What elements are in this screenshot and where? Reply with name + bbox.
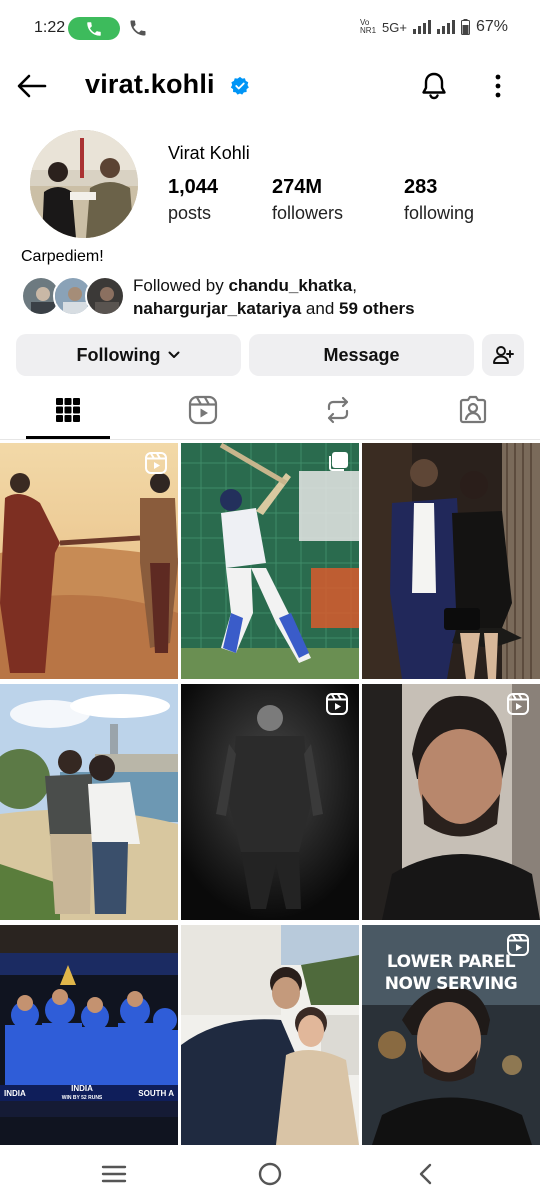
post-image	[181, 684, 359, 920]
posts-stat[interactable]: 1,044 posts	[168, 176, 218, 224]
following-button[interactable]: Following	[16, 334, 241, 376]
post-image	[0, 443, 178, 679]
message-button-label: Message	[323, 344, 400, 365]
followed-by-prefix: Followed by	[133, 276, 229, 295]
overlay-line-1: LOWER PAREL	[386, 952, 516, 972]
post-tile[interactable]: LOWER PAREL NOW SERVING	[362, 925, 540, 1145]
post-image	[362, 443, 540, 679]
chevron-down-icon	[168, 351, 180, 358]
post-image	[0, 684, 178, 920]
grid-icon	[56, 398, 80, 422]
posts-label: posts	[168, 203, 212, 223]
status-indicators: Vo NR1 5G+ 67%	[360, 18, 508, 36]
reposts-icon	[327, 396, 349, 424]
bell-icon	[422, 72, 446, 100]
tab-tagged[interactable]	[431, 382, 515, 438]
followers-label: followers	[272, 203, 344, 223]
battery-percent: 67%	[475, 18, 508, 35]
profile-avatar[interactable]	[30, 130, 138, 238]
add-user-icon	[493, 346, 514, 364]
tab-posts-grid[interactable]	[26, 382, 110, 438]
following-stat[interactable]: 283 following	[404, 176, 474, 224]
status-time: 1:22	[34, 19, 66, 36]
followers-count: 274M	[272, 176, 323, 198]
reels-icon	[188, 395, 218, 425]
mutual-others-count: 59 others	[339, 299, 415, 318]
post-tile[interactable]	[362, 443, 540, 679]
reel-badge-icon	[507, 693, 529, 715]
profile-tabs	[0, 382, 540, 440]
post-tile[interactable]	[181, 684, 359, 920]
more-options-button[interactable]	[484, 70, 512, 102]
recent-apps-button[interactable]	[94, 1158, 134, 1190]
mutual-followers-avatars[interactable]	[21, 276, 125, 316]
tab-reels[interactable]	[161, 382, 245, 438]
verified-badge-icon	[230, 76, 249, 95]
tv-result-team: INDIA	[71, 1083, 93, 1093]
profile-header: virat.kohli	[0, 58, 540, 114]
system-nav-bar	[0, 1148, 540, 1200]
home-circle-icon	[258, 1162, 282, 1186]
mutual-avatar	[85, 276, 125, 316]
notifications-button[interactable]	[416, 68, 452, 104]
network-label: 5G+	[382, 19, 407, 35]
profile-display-name: Virat Kohli	[168, 143, 250, 163]
post-overlay-text: LOWER PAREL NOW SERVING	[362, 951, 540, 995]
status-bar: 1:22 Vo NR1 5G+ 67%	[0, 0, 540, 58]
avatar-photo	[30, 130, 138, 238]
post-tile[interactable]	[0, 684, 178, 920]
volte-icon: Vo NR1	[360, 18, 377, 35]
mutual-user-2: nahargurjar_katariya	[133, 299, 302, 318]
tab-reposts[interactable]	[296, 382, 380, 438]
posts-grid: INDIA INDIA WIN BY 52 RUNS SOUTH A LOWER…	[0, 443, 540, 1145]
post-tile[interactable]	[181, 443, 359, 679]
call-icon	[130, 20, 146, 36]
suggested-users-button[interactable]	[482, 334, 524, 376]
post-image	[181, 443, 359, 679]
post-tile[interactable]	[362, 684, 540, 920]
back-nav-button[interactable]	[406, 1158, 446, 1190]
mutual-user-1: chandu_khatka	[228, 276, 353, 295]
followed-by-separator: ,	[352, 276, 357, 295]
post-tile[interactable]	[181, 925, 359, 1145]
following-count: 283	[404, 176, 438, 198]
followed-by-text[interactable]: Followed by chandu_khatka, nahargurjar_k…	[133, 274, 415, 320]
overlay-line-2: NOW SERVING	[384, 974, 518, 994]
tv-score-caption: INDIA INDIA WIN BY 52 RUNS SOUTH A	[0, 1083, 178, 1102]
posts-count: 1,044	[168, 176, 219, 198]
chevron-left-icon	[419, 1163, 432, 1185]
followers-stat[interactable]: 274M followers	[272, 176, 343, 224]
tv-team-left: INDIA	[4, 1088, 26, 1098]
following-label: following	[404, 203, 475, 223]
post-tile[interactable]	[0, 443, 178, 679]
signal-icon-2	[436, 20, 455, 34]
tv-team-right: SOUTH A	[138, 1088, 174, 1098]
recent-apps-icon	[101, 1165, 127, 1183]
message-button[interactable]: Message	[249, 334, 474, 376]
phone-icon	[87, 21, 101, 36]
following-button-label: Following	[76, 344, 161, 365]
reel-badge-icon	[326, 693, 348, 715]
more-vertical-icon	[495, 74, 501, 98]
profile-bio: Carpediem!	[21, 248, 104, 265]
profile-username: virat.kohli	[85, 69, 215, 99]
back-button[interactable]	[14, 68, 50, 104]
reel-badge-icon	[145, 452, 167, 474]
arrow-left-icon	[17, 74, 47, 98]
post-tile[interactable]: INDIA INDIA WIN BY 52 RUNS SOUTH A	[0, 925, 178, 1161]
ongoing-call-indicator[interactable]	[68, 17, 120, 40]
post-image	[362, 684, 540, 920]
home-button[interactable]	[250, 1158, 290, 1190]
tv-team-center: INDIA WIN BY 52 RUNS	[61, 1083, 103, 1102]
reel-badge-icon	[507, 934, 529, 956]
post-image	[181, 925, 359, 1145]
tagged-icon	[459, 395, 487, 424]
post-image	[0, 925, 178, 1145]
tabs-divider	[0, 439, 540, 440]
signal-icon	[412, 20, 431, 34]
carousel-badge-icon	[329, 452, 348, 471]
battery-icon	[460, 19, 470, 35]
tv-result-text: WIN BY 52 RUNS	[61, 1094, 103, 1101]
followed-by-and: and	[301, 299, 340, 318]
